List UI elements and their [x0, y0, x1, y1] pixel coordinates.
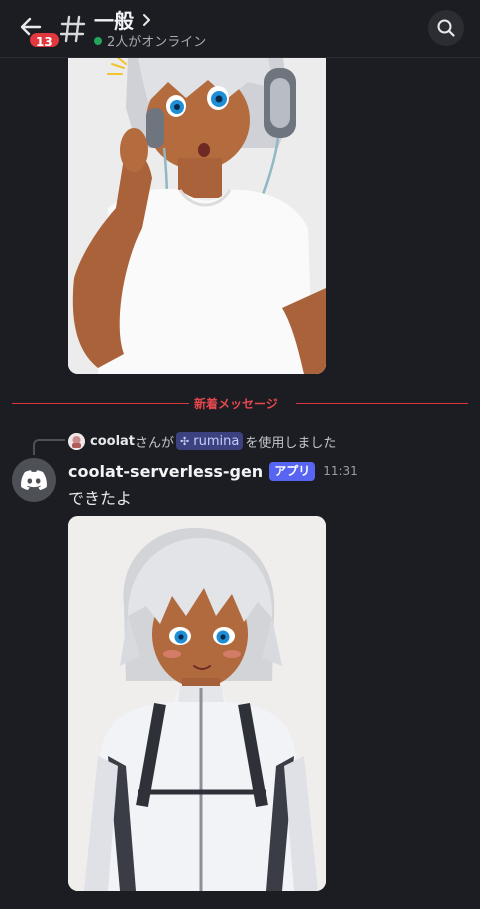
- online-status-text: 2人がオンライン: [107, 35, 207, 50]
- app-command-icon: ✣: [180, 434, 190, 448]
- new-messages-label: 新着メッセージ: [194, 397, 278, 411]
- channel-title[interactable]: 一般: [94, 6, 151, 33]
- bot-avatar[interactable]: [12, 458, 56, 502]
- divider-line-right: [296, 403, 468, 404]
- channel-header: 13 一般 2人がオンライン: [0, 0, 480, 58]
- online-status: 2人がオンライン: [94, 31, 206, 50]
- message-author[interactable]: coolat-serverless-gen: [68, 462, 263, 481]
- message-text: できたよ: [68, 489, 133, 508]
- command-user-name[interactable]: coolat: [90, 434, 135, 449]
- message-header: coolat-serverless-gen アプリ 11:31: [68, 460, 358, 482]
- anime-girl-headphones-image: [68, 58, 326, 374]
- search-icon: [437, 19, 455, 37]
- search-button[interactable]: [428, 10, 464, 46]
- chevron-right-icon: [143, 14, 150, 26]
- image-attachment[interactable]: [68, 58, 326, 374]
- divider-line-left: [12, 403, 189, 404]
- command-app-pill[interactable]: ✣ rumina: [176, 432, 244, 450]
- hash-icon: [59, 10, 88, 44]
- command-middle-text: さんが: [135, 435, 175, 451]
- online-dot: [94, 36, 102, 45]
- discord-logo-icon: [21, 470, 47, 490]
- user-avatar[interactable]: [68, 432, 85, 450]
- command-usage-line[interactable]: coolat さんが ✣ rumina を使用しました: [68, 431, 336, 451]
- command-suffix-text: を使用しました: [245, 435, 337, 451]
- image-attachment[interactable]: [68, 516, 326, 891]
- command-app-name: rumina: [193, 433, 240, 449]
- unread-badge: 13: [28, 31, 61, 49]
- message-timestamp: 11:31: [323, 464, 358, 478]
- reply-connector: [33, 439, 65, 455]
- channel-name: 一般: [94, 8, 134, 33]
- anime-girl-bodysuit-image: [68, 516, 326, 891]
- new-messages-divider: 新着メッセージ: [12, 393, 468, 413]
- app-tag-badge: アプリ: [269, 461, 316, 481]
